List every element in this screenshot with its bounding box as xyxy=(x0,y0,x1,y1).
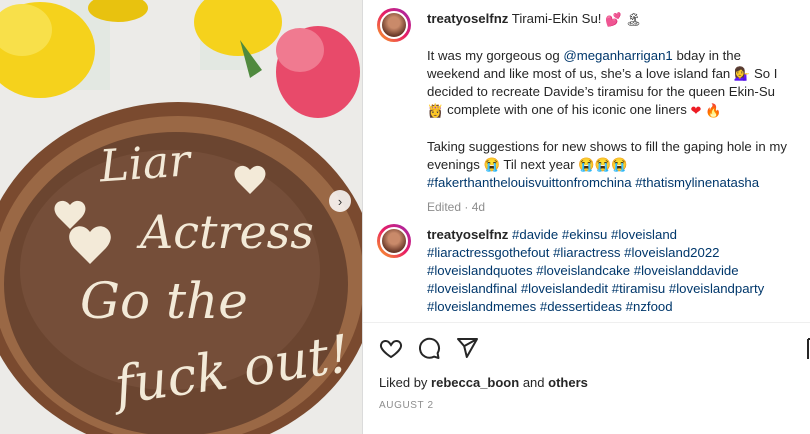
post-details-panel: treatyoselfnz Tirami-Ekin Su! 💕 🏝 It was… xyxy=(362,0,810,434)
heart-emoji-icon: 💕 xyxy=(605,11,622,27)
caption-line-5: Taking suggestions for new shows to fill… xyxy=(427,138,787,154)
crown-emoji-icon: 👸 xyxy=(427,102,444,118)
likes-line: Liked by rebecca_boon and others xyxy=(379,375,588,390)
woman-emoji-icon: 💁‍♀️ xyxy=(733,66,751,82)
avatar[interactable] xyxy=(377,224,411,258)
comment-icon xyxy=(419,337,440,359)
action-bar xyxy=(379,336,479,365)
divider xyxy=(363,322,810,323)
island-emoji-icon: 🏝 xyxy=(625,11,642,27)
fire-emoji-icon: 🔥 xyxy=(705,102,722,118)
sad-emoji-icon: 😭 xyxy=(483,157,500,173)
comment-hashtags-line-2[interactable]: #liaractressgothefout #liaractress #love… xyxy=(427,244,810,262)
caption-line-1-pre: It was my gorgeous og xyxy=(427,47,564,63)
caption-text: treatyoselfnz Tirami-Ekin Su! 💕 🏝 It was… xyxy=(427,10,810,216)
caption-line-6-post: Til next year xyxy=(499,156,575,172)
comment-hashtags-line-3[interactable]: #loveislandquotes #loveislandcake #lovei… xyxy=(427,262,810,280)
comment-text: treatyoselfnz #davide #ekinsu #loveislan… xyxy=(427,226,810,316)
caption-title: Tirami-Ekin Su! xyxy=(511,11,602,26)
caption-username[interactable]: treatyoselfnz xyxy=(427,11,508,26)
caption-line-3: decided to recreate Davide’s tiramisu fo… xyxy=(427,84,775,100)
caption-edited: Edited · 4d xyxy=(427,200,486,215)
like-button[interactable] xyxy=(379,336,403,365)
red-heart-emoji-icon: ❤ xyxy=(690,102,702,118)
avatar[interactable] xyxy=(377,8,411,42)
sad-emoji-icon: 😭😭😭 xyxy=(578,157,628,173)
caption-line-2-end: So I xyxy=(750,65,778,81)
caption-line-4: complete with one of his iconic one line… xyxy=(447,102,687,118)
cake-text-line-3: Go the xyxy=(80,272,248,330)
caption-line-1-post: bday in the xyxy=(672,47,741,63)
caption-line-6: evenings xyxy=(427,156,480,172)
comment-username[interactable]: treatyoselfnz xyxy=(427,227,508,242)
chevron-right-icon: › xyxy=(337,193,343,209)
caption-line-2: weekend and like most of us, she’s a lov… xyxy=(427,65,731,81)
cake-text-line-1: Liar xyxy=(97,135,195,192)
likes-others-link[interactable]: others xyxy=(548,375,588,390)
next-photo-button[interactable]: › xyxy=(329,190,351,212)
likes-prefix: Liked by xyxy=(379,375,432,390)
comment-hashtags-line-5[interactable]: #loveislandmemes #dessertideas #nzfood xyxy=(427,298,810,316)
cake-image: Liar Actress Go the fuck out! xyxy=(0,0,362,434)
comment-hashtags-line-4[interactable]: #loveislandfinal #loveislandedit #tirami… xyxy=(427,280,810,298)
cake-text-line-2: Actress xyxy=(136,205,314,259)
likes-middle: and xyxy=(519,375,549,390)
share-button[interactable] xyxy=(455,336,479,365)
paper-plane-icon xyxy=(457,338,478,358)
post-photo[interactable]: Liar Actress Go the fuck out! › xyxy=(0,0,362,434)
comment-hashtags-line-1[interactable]: #davide #ekinsu #loveisland xyxy=(512,227,677,242)
comment-button[interactable] xyxy=(417,336,441,365)
heart-icon xyxy=(379,339,403,359)
mention-link[interactable]: @meganharrigan1 xyxy=(563,48,672,63)
post-date[interactable]: AUGUST 2 xyxy=(379,400,434,411)
caption-hashtags[interactable]: #fakerthanthelouisvuittonfromchina #that… xyxy=(427,175,759,190)
liked-by-user-link[interactable]: rebecca_boon xyxy=(431,375,519,390)
